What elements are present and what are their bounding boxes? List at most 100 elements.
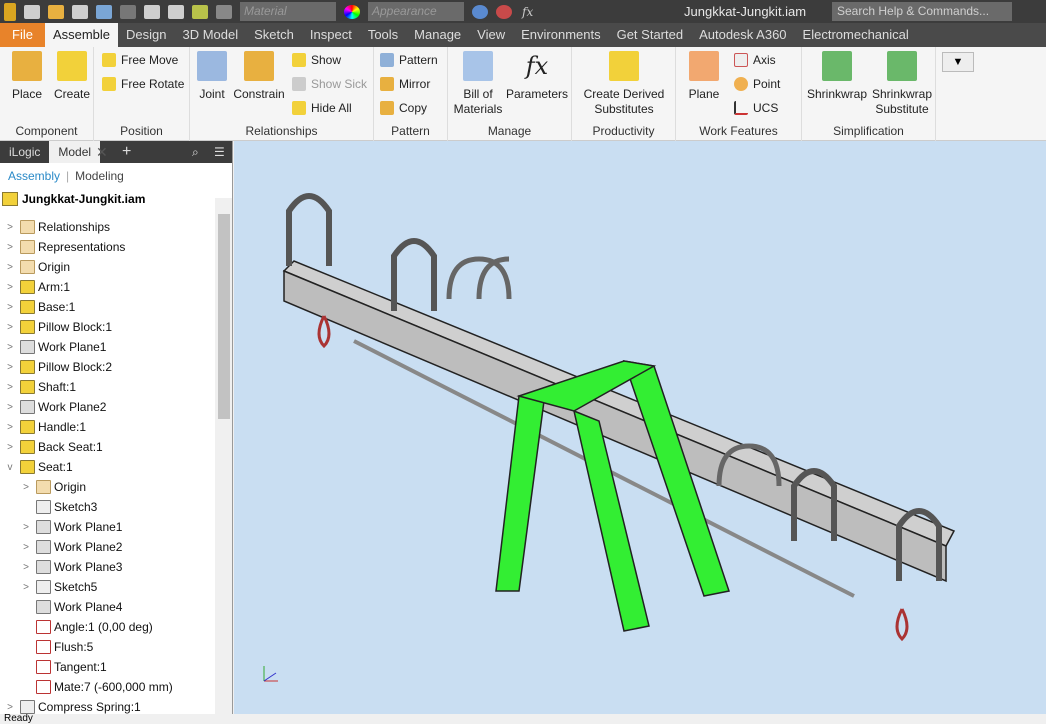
expand-icon[interactable]: >	[4, 362, 16, 373]
joint-button[interactable]: Joint	[194, 51, 230, 102]
expand-icon[interactable]: >	[20, 522, 32, 533]
expand-icon[interactable]: >	[4, 222, 16, 233]
tab-get-started[interactable]: Get Started	[609, 23, 691, 47]
search-input[interactable]: Search Help & Commands...	[832, 2, 1012, 21]
save-icon[interactable]	[72, 4, 88, 19]
tab-manage[interactable]: Manage	[406, 23, 469, 47]
adjust-icon[interactable]	[472, 4, 488, 19]
tab-ilogic[interactable]: iLogic	[0, 141, 49, 163]
mirror-button[interactable]: Mirror	[380, 75, 430, 93]
panel-label[interactable]: Simplification	[802, 124, 935, 138]
tab-electromechanical[interactable]: Electromechanical	[795, 23, 917, 47]
constrain-button[interactable]: Constrain	[232, 51, 286, 102]
create-button[interactable]: Create	[52, 51, 92, 102]
expand-icon[interactable]: v	[4, 462, 16, 473]
tree-item[interactable]: > Pillow Block:2	[0, 357, 214, 377]
tree-item[interactable]: > Pillow Block:1	[0, 317, 214, 337]
close-icon[interactable]: ✕	[96, 144, 108, 161]
measure-icon[interactable]	[216, 4, 232, 19]
modeling-mode[interactable]: Modeling	[75, 169, 124, 183]
hide-all-button[interactable]: Hide All	[292, 99, 352, 117]
new-icon[interactable]	[24, 4, 40, 19]
tree-item[interactable]: > Relationships	[0, 217, 214, 237]
expand-icon[interactable]: >	[4, 382, 16, 393]
panel-label[interactable]: Manage	[448, 124, 571, 138]
tab-assemble[interactable]: Assemble	[44, 23, 119, 47]
tree-item[interactable]: > Sketch5	[0, 577, 214, 597]
free-rotate-button[interactable]: Free Rotate	[102, 75, 184, 93]
tree-item[interactable]: Flush:5	[0, 637, 214, 657]
tab-environments[interactable]: Environments	[513, 23, 608, 47]
tree-item[interactable]: Work Plane4	[0, 597, 214, 617]
ribbon-options-button[interactable]: ▼	[942, 52, 974, 72]
tab-model[interactable]: Model	[49, 141, 101, 163]
search-icon[interactable]: ⌕	[192, 145, 199, 160]
tree-item[interactable]: > Work Plane1	[0, 517, 214, 537]
expand-icon[interactable]: >	[4, 702, 16, 713]
expand-icon[interactable]: >	[4, 282, 16, 293]
parameters-button[interactable]: fx Parameters	[506, 51, 568, 102]
shrinkwrap-button[interactable]: Shrinkwrap	[806, 51, 868, 102]
tree-item[interactable]: > Shaft:1	[0, 377, 214, 397]
menu-icon[interactable]: ☰	[214, 145, 225, 159]
tree-item[interactable]: > Work Plane3	[0, 557, 214, 577]
fx-icon[interactable]: fx	[522, 5, 533, 19]
panel-label[interactable]: Component	[0, 124, 93, 138]
browser-scrollbar[interactable]	[215, 198, 232, 714]
tree-item[interactable]: > Base:1	[0, 297, 214, 317]
expand-icon[interactable]: >	[4, 342, 16, 353]
show-sick-button[interactable]: Show Sick	[292, 75, 367, 93]
expand-icon[interactable]: >	[4, 302, 16, 313]
tree-item[interactable]: v Seat:1	[0, 457, 214, 477]
shrinkwrap-substitute-button[interactable]: Shrinkwrap Substitute	[870, 51, 934, 117]
redo-icon[interactable]	[120, 4, 136, 19]
ucs-button[interactable]: UCS	[734, 99, 778, 117]
expand-icon[interactable]: >	[20, 482, 32, 493]
tree-item[interactable]: > Work Plane1	[0, 337, 214, 357]
tab-file[interactable]: File	[0, 23, 45, 47]
expand-icon[interactable]: >	[4, 422, 16, 433]
tree-item[interactable]: Sketch3	[0, 497, 214, 517]
expand-icon[interactable]: >	[20, 562, 32, 573]
panel-label[interactable]: Pattern	[374, 124, 447, 138]
point-button[interactable]: Point	[734, 75, 780, 93]
tree-item[interactable]: Tangent:1	[0, 657, 214, 677]
copy-button[interactable]: Copy	[380, 99, 427, 117]
expand-icon[interactable]: >	[4, 262, 16, 273]
assembly-mode[interactable]: Assembly	[8, 169, 60, 183]
select-icon[interactable]	[192, 4, 208, 19]
create-derived-substitutes-button[interactable]: Create Derived Substitutes	[580, 51, 668, 117]
tab-view[interactable]: View	[469, 23, 513, 47]
panel-label[interactable]: Relationships	[190, 124, 373, 138]
expand-icon[interactable]: >	[20, 542, 32, 553]
panel-label[interactable]: Position	[94, 124, 189, 138]
seesaw-model[interactable]	[234, 141, 1046, 714]
tree-item[interactable]: > Representations	[0, 237, 214, 257]
axis-button[interactable]: Axis	[734, 51, 776, 69]
tab-inspect[interactable]: Inspect	[302, 23, 360, 47]
tab-sketch[interactable]: Sketch	[246, 23, 302, 47]
tab-autodesk-a360[interactable]: Autodesk A360	[691, 23, 794, 47]
tree-root[interactable]: Jungkkat-Jungkit.iam	[2, 189, 145, 209]
bill-of-materials-button[interactable]: Bill of Materials	[452, 51, 504, 117]
pattern-button[interactable]: Pattern	[380, 51, 438, 69]
home-icon[interactable]	[144, 4, 160, 19]
tree-item[interactable]: > Arm:1	[0, 277, 214, 297]
material-select[interactable]: Material	[240, 2, 336, 21]
tree-item[interactable]: > Work Plane2	[0, 537, 214, 557]
open-icon[interactable]	[48, 4, 64, 19]
tree-item[interactable]: > Origin	[0, 477, 214, 497]
tree-item[interactable]: > Origin	[0, 257, 214, 277]
tab-design[interactable]: Design	[118, 23, 174, 47]
expand-icon[interactable]: >	[4, 442, 16, 453]
expand-icon[interactable]: >	[4, 322, 16, 333]
plane-button[interactable]: Plane	[684, 51, 724, 102]
tab-tools[interactable]: Tools	[360, 23, 406, 47]
undo-icon[interactable]	[96, 4, 112, 19]
graphics-viewport[interactable]	[234, 141, 1046, 714]
expand-icon[interactable]: >	[4, 402, 16, 413]
add-tab-icon[interactable]: +	[122, 143, 131, 161]
scrollbar-thumb[interactable]	[218, 214, 230, 419]
tree-item[interactable]: Angle:1 (0,00 deg)	[0, 617, 214, 637]
tree-item[interactable]: > Handle:1	[0, 417, 214, 437]
